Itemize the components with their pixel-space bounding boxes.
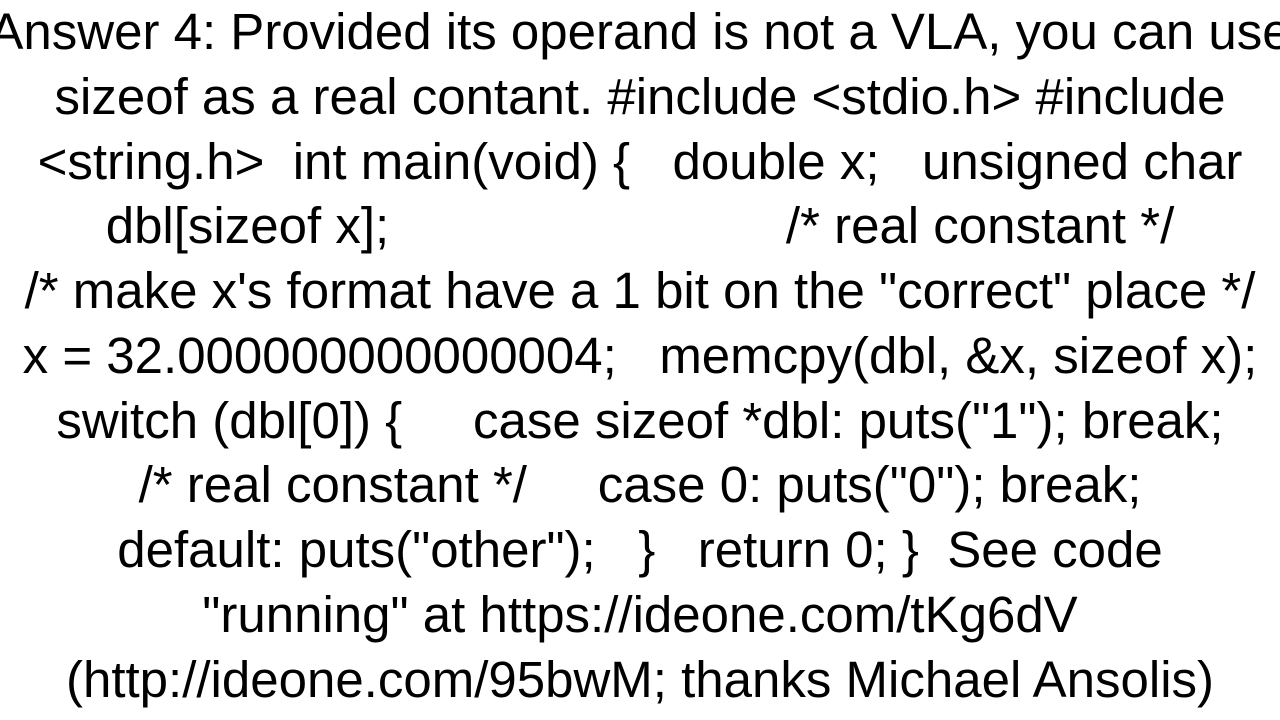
answer-text-block: Answer 4: Provided its operand is not a … — [0, 0, 1280, 712]
